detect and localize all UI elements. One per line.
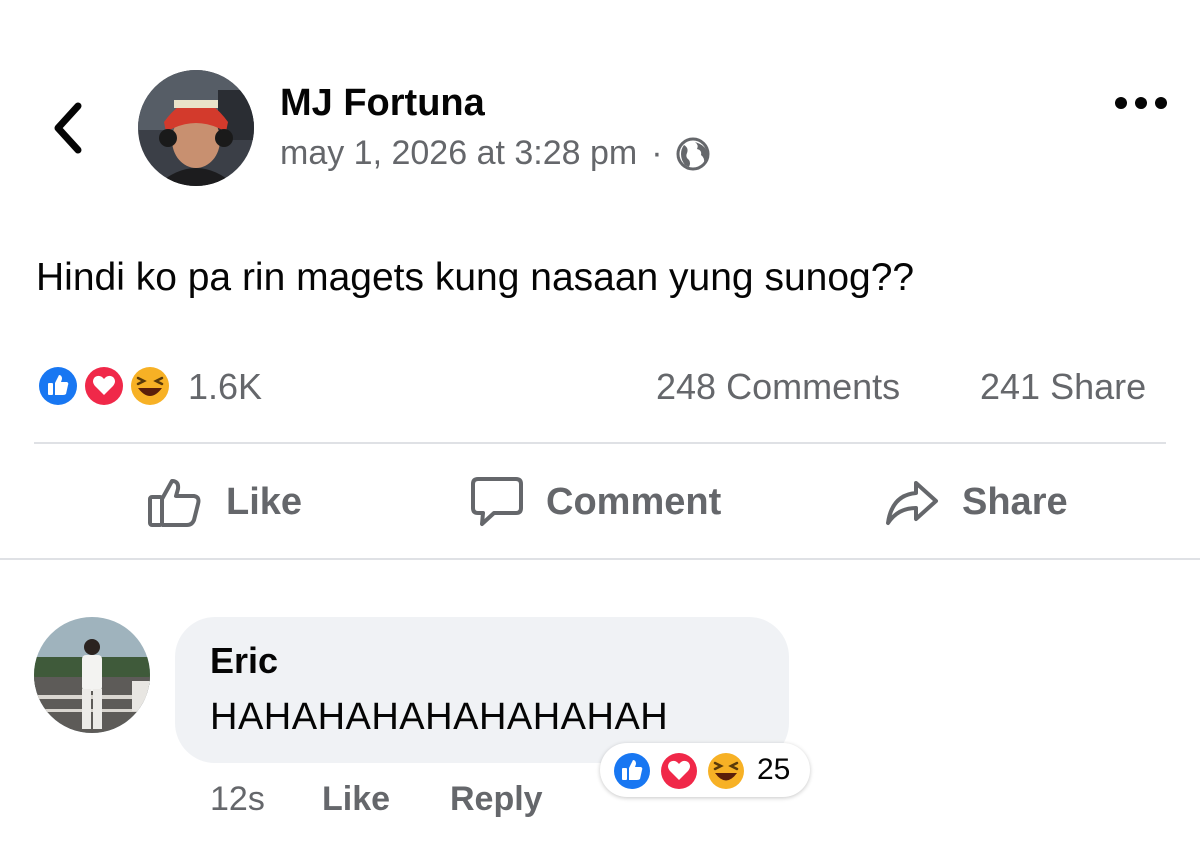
post-reaction-icons[interactable] — [34, 362, 178, 410]
haha-reaction-icon — [705, 750, 747, 792]
comment-bubble-icon — [471, 477, 523, 526]
author-avatar[interactable] — [138, 70, 254, 186]
like-reaction-icon — [36, 364, 80, 408]
comment-button[interactable]: Comment — [470, 470, 721, 534]
haha-reaction-icon — [128, 364, 172, 408]
comment-reaction-count: 25 — [757, 753, 791, 786]
thumbs-up-icon — [148, 479, 201, 527]
comment-reaction-icons — [611, 750, 747, 792]
comment-bubble[interactable] — [175, 617, 789, 763]
post-text: Hindi ko pa rin magets kung nasaan yung … — [36, 256, 915, 299]
meta-separator: · — [651, 134, 663, 172]
comment-like-link[interactable]: Like — [322, 780, 390, 819]
divider — [0, 558, 1200, 560]
comment-text: HAHAHAHAHAHAHAHAH — [210, 696, 669, 738]
comment-reply-link[interactable]: Reply — [450, 780, 543, 819]
post-comments-count[interactable]: 248 Comments — [656, 366, 900, 408]
comment-button-label: Comment — [546, 480, 722, 523]
share-arrow-icon — [886, 481, 938, 525]
share-button[interactable]: Share — [884, 470, 1068, 534]
love-reaction-icon — [658, 750, 700, 792]
post-timestamp[interactable]: may 1, 2026 at 3:28 pm — [280, 134, 637, 173]
like-button-label: Like — [226, 480, 303, 523]
comment-time: 12s — [210, 780, 265, 818]
like-reaction-icon — [611, 750, 653, 792]
post-shares-count[interactable]: 241 Share — [980, 366, 1146, 408]
post-reaction-count[interactable]: 1.6K — [188, 366, 262, 408]
back-icon[interactable] — [46, 100, 90, 156]
more-options-icon[interactable] — [1114, 96, 1168, 110]
divider — [34, 442, 1166, 444]
globe-icon — [676, 137, 710, 170]
love-reaction-icon — [82, 364, 126, 408]
like-button[interactable]: Like — [146, 470, 302, 534]
share-button-label: Share — [962, 480, 1068, 523]
post-meta: may 1, 2026 at 3:28 pm · — [280, 134, 711, 173]
comment-author-name[interactable]: Eric — [210, 640, 278, 682]
post-author-name[interactable]: MJ Fortuna — [280, 82, 485, 125]
commenter-avatar[interactable] — [34, 617, 150, 733]
